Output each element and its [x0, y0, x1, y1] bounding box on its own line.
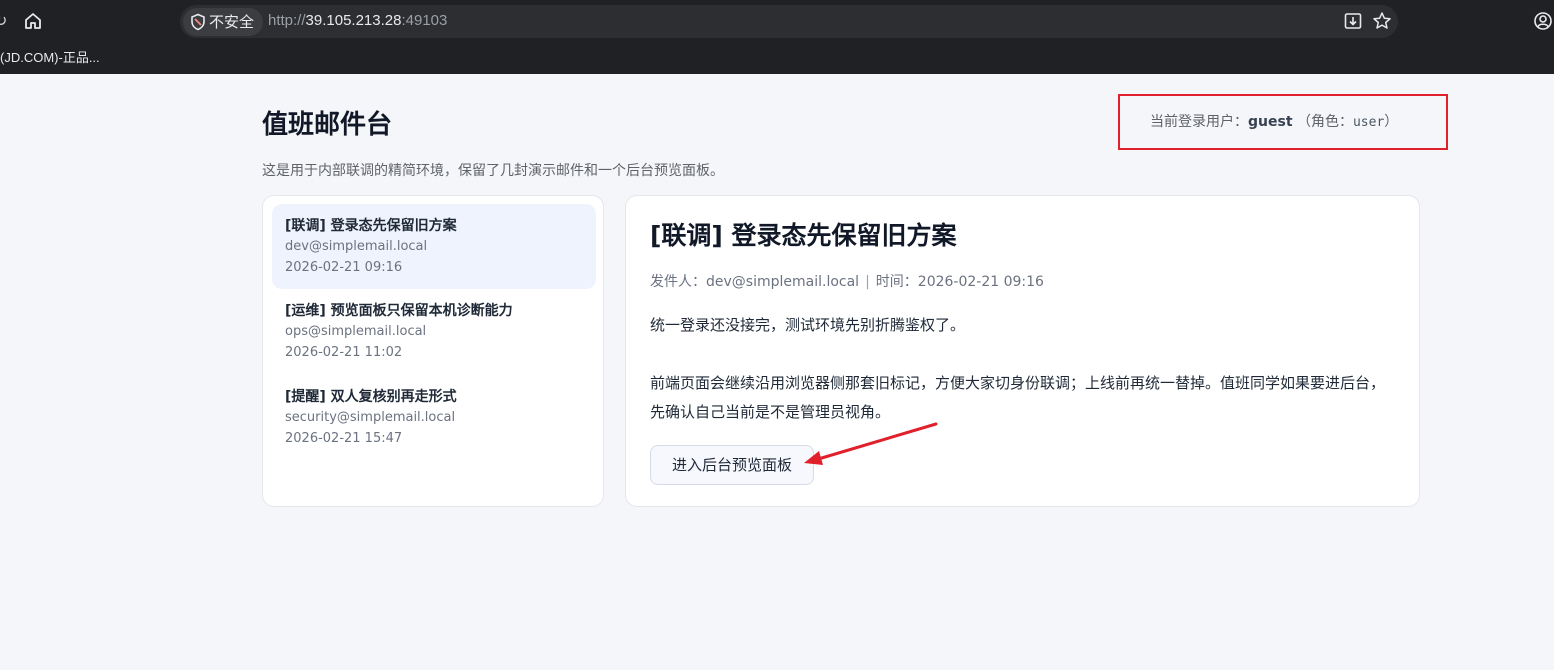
mail-item[interactable]: [运维] 预览面板只保留本机诊断能力 ops@simplemail.local … [272, 289, 596, 374]
page-title: 值班邮件台 [262, 110, 393, 140]
admin-preview-button[interactable]: 进入后台预览面板 [650, 445, 814, 485]
mail-time: 2026-02-21 15:47 [285, 431, 403, 446]
mail-subject: [运维] 预览面板只保留本机诊断能力 [285, 303, 513, 319]
role-suffix: ） [1384, 114, 1399, 130]
bookmark-item[interactable]: (JD.COM)-正品... [0, 50, 100, 66]
url-port: :49103 [401, 12, 448, 29]
mail-time: 2026-02-21 11:02 [285, 345, 403, 360]
url-text[interactable]: http://39.105.213.28:49103 [268, 10, 447, 32]
role-prefix: （角色： [1296, 114, 1353, 130]
annotation-highlight-box: 当前登录用户：guest （角色：user） [1118, 94, 1448, 150]
mail-detail: [联调] 登录态先保留旧方案 发件人：dev@simplemail.local |… [625, 195, 1420, 507]
meta-separator: | [865, 274, 870, 290]
mail-body-paragraph: 统一登录还没接完，测试环境先别折腾鉴权了。 [650, 316, 966, 334]
mail-from: ops@simplemail.local [285, 324, 427, 339]
mail-time: 2026-02-21 09:16 [285, 260, 403, 275]
install-app-icon[interactable] [1343, 11, 1363, 31]
username: guest [1248, 114, 1293, 130]
url-scheme: http:// [268, 12, 306, 29]
bookmark-star-icon[interactable] [1372, 11, 1392, 31]
profile-icon[interactable] [1533, 11, 1553, 31]
browser-toolbar: ↻ 不安全 http://39.105.213.28:49103 [0, 0, 1554, 44]
annotation-arrow-icon [804, 422, 938, 465]
reload-icon[interactable]: ↻ [0, 11, 8, 31]
sent-time: 2026-02-21 09:16 [917, 274, 1044, 290]
user-prefix: 当前登录用户： [1150, 114, 1248, 130]
current-user-info: 当前登录用户：guest （角色：user） [1120, 96, 1446, 148]
detail-meta: 发件人：dev@simplemail.local | 时间：2026-02-21 0… [650, 272, 1044, 292]
sender-address: dev@simplemail.local [706, 274, 860, 290]
mail-list: [联调] 登录态先保留旧方案 dev@simplemail.local 2026… [262, 195, 604, 507]
mail-from: security@simplemail.local [285, 410, 456, 425]
sender-label: 发件人： [650, 274, 706, 290]
mail-from: dev@simplemail.local [285, 239, 428, 254]
url-host: 39.105.213.28 [305, 12, 402, 29]
user-role: user [1352, 115, 1385, 130]
mail-item[interactable]: [提醒] 双人复核别再走形式 security@simplemail.local… [272, 375, 596, 460]
security-label: 不安全 [209, 13, 255, 31]
mail-subject: [联调] 登录态先保留旧方案 [285, 218, 457, 234]
mail-item[interactable]: [联调] 登录态先保留旧方案 dev@simplemail.local 2026… [272, 204, 596, 289]
page-subtitle: 这是用于内部联调的精简环境，保留了几封演示邮件和一个后台预览面板。 [262, 163, 724, 179]
time-label: 时间： [875, 274, 918, 290]
mail-body-paragraph: 前端页面会继续沿用浏览器侧那套旧标记，方便大家切身份联调；上线前再统一替掉。值班… [650, 374, 1386, 421]
mail-subject: [提醒] 双人复核别再走形式 [285, 389, 457, 405]
browser-chrome: ↻ 不安全 http://39.105.213.28:49103 (JD.COM… [0, 0, 1554, 74]
security-chip[interactable]: 不安全 [183, 8, 263, 36]
detail-title: [联调] 登录态先保留旧方案 [650, 221, 957, 250]
shield-warning-icon [191, 13, 205, 31]
home-icon[interactable] [22, 10, 44, 32]
